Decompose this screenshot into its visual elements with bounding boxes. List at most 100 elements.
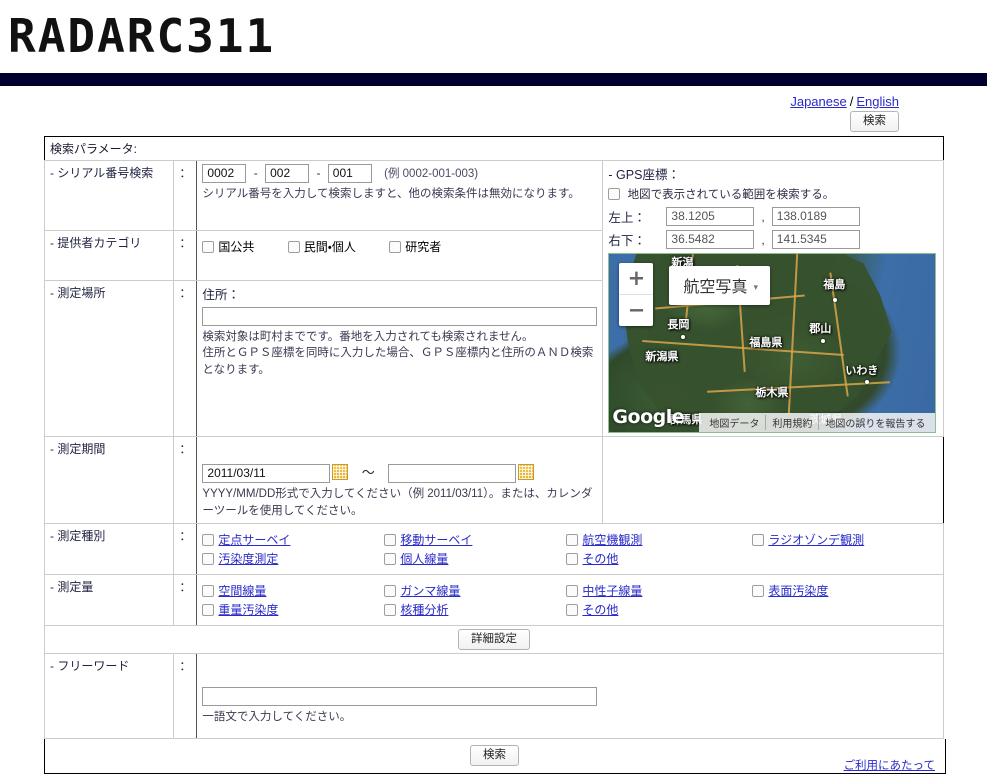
date-from-input[interactable] — [202, 464, 331, 484]
provider-checkbox-0[interactable] — [202, 241, 215, 254]
gps-bottomright-lat-input[interactable] — [666, 230, 755, 250]
row-freeword: - フリーワード ： 一語文で入力してください。 — [43, 652, 944, 739]
meas-qty-link-1[interactable]: ガンマ線量 — [400, 584, 460, 598]
meas-type-checkbox-1[interactable] — [384, 533, 397, 546]
meas-type-checkbox-0[interactable] — [202, 533, 215, 546]
meas-type-checkbox-3[interactable] — [752, 533, 765, 546]
meas-type-option-1[interactable]: 移動サーベイ — [384, 530, 566, 549]
meas-type-checkbox-2[interactable] — [566, 533, 579, 546]
meas-type-option-5[interactable]: 個人線量 — [384, 549, 566, 568]
google-map[interactable]: 新潟 福島 長岡 郡山 福島県 新潟県 いわき 栃木県 群馬県 茨城県 + − … — [608, 253, 937, 434]
meas-qty-checkbox-0[interactable] — [202, 584, 215, 597]
meas-type-link-1[interactable]: 移動サーベイ — [400, 533, 472, 547]
meas-qty-link-6[interactable]: その他 — [582, 603, 618, 617]
serial-part1-input[interactable] — [202, 164, 247, 184]
gps-topleft-lat-input[interactable] — [666, 207, 755, 227]
meas-type-link-5[interactable]: 個人線量 — [400, 552, 448, 566]
meas-type-link-3[interactable]: ラジオゾンデ観測 — [768, 533, 864, 547]
provider-option-label-2: 研究者 — [405, 240, 442, 255]
meas-type-link-4[interactable]: 汚染度測定 — [218, 552, 278, 566]
meas-qty-option-5[interactable]: 核種分析 — [384, 600, 566, 619]
detail-settings-button[interactable]: 詳細設定 — [458, 628, 530, 650]
date-to-input[interactable] — [388, 464, 517, 484]
map-attrib-0[interactable]: 地図データ — [703, 415, 765, 430]
lang-japanese-link[interactable]: Japanese — [790, 94, 846, 109]
serial-field-cell: - - (例 0002-001-003) シリアル番号を入力して検索しますと、他… — [196, 160, 604, 232]
meas-type-link-0[interactable]: 定点サーベイ — [218, 533, 290, 547]
serial-part3-input[interactable] — [327, 164, 372, 184]
meas-qty-option-2[interactable]: 中性子線量 — [566, 581, 752, 600]
map-type-selector[interactable]: 航空写真 ▾ — [669, 266, 770, 306]
map-zoom-control[interactable]: + − — [619, 263, 654, 327]
meas-qty-option-1[interactable]: ガンマ線量 — [384, 581, 566, 600]
gps-bottomright-comma: , — [761, 232, 765, 247]
gps-bottomright-lng-input[interactable] — [771, 230, 860, 250]
meas-qty-checkbox-4[interactable] — [202, 603, 215, 616]
meas-type-colon: ： — [173, 522, 198, 575]
meas-qty-link-5[interactable]: 核種分析 — [400, 603, 448, 617]
meas-qty-spacer — [752, 600, 938, 619]
map-attrib-2[interactable]: 地図の誤りを報告する — [818, 415, 931, 431]
meas-qty-checkbox-1[interactable] — [384, 584, 397, 597]
meas-type-link-6[interactable]: その他 — [582, 552, 618, 566]
provider-option-0[interactable]: 国公共 — [202, 240, 257, 254]
panel-title: 検索パラメータ: — [44, 136, 944, 162]
meas-type-option-2[interactable]: 航空機観測 — [566, 530, 752, 549]
freeword-colon: ： — [173, 652, 198, 739]
meas-type-option-3[interactable]: ラジオゾンデ観測 — [752, 530, 938, 549]
meas-qty-checkbox-2[interactable] — [566, 584, 579, 597]
map-label-2: 長岡 — [667, 318, 690, 332]
meas-qty-checkbox-5[interactable] — [384, 603, 397, 616]
provider-checkbox-2[interactable] — [389, 241, 402, 254]
meas-qty-checkbox-3[interactable] — [752, 584, 765, 597]
meas-type-checkbox-6[interactable] — [566, 552, 579, 565]
meas-type-checkbox-5[interactable] — [384, 552, 397, 565]
language-switcher: Japanese / English — [0, 86, 987, 109]
location-colon: ： — [173, 279, 198, 438]
provider-checkbox-1[interactable] — [287, 241, 300, 254]
freeword-input-wrap — [202, 657, 938, 706]
meas-qty-option-4[interactable]: 重量汚染度 — [202, 600, 384, 619]
provider-option-2[interactable]: 研究者 — [389, 240, 441, 254]
gps-topleft-row: 左上： , — [608, 207, 938, 227]
serial-example: (例 0002-001-003) — [384, 168, 479, 181]
lang-english-link[interactable]: English — [856, 94, 899, 109]
search-button-bottom[interactable]: 検索 — [470, 744, 519, 766]
map-attrib-1[interactable]: 利用規約 — [765, 415, 818, 431]
meas-type-option-0[interactable]: 定点サーベイ — [202, 530, 384, 549]
serial-part2-input[interactable] — [265, 164, 310, 184]
meas-qty-checkbox-6[interactable] — [566, 603, 579, 616]
gps-map-range-checkbox[interactable] — [608, 188, 621, 201]
header-accent-bar — [0, 73, 987, 87]
meas-qty-link-0[interactable]: 空間線量 — [218, 584, 266, 598]
terms-of-use-link[interactable]: ご利用にあたって — [844, 757, 935, 773]
provider-option-1[interactable]: 民間・個人 — [287, 240, 359, 254]
meas-type-link-2[interactable]: 航空機観測 — [582, 533, 642, 547]
map-zoom-in-icon[interactable]: + — [619, 263, 654, 296]
address-label: 住所： — [202, 287, 240, 302]
meas-qty-option-6[interactable]: その他 — [566, 600, 752, 619]
period-label: - 測定期間 — [43, 436, 174, 524]
serial-colon: ： — [173, 160, 198, 232]
serial-label: - シリアル番号検索 — [43, 160, 174, 232]
meas-type-checkbox-4[interactable] — [202, 552, 215, 565]
map-zoom-out-icon[interactable]: − — [619, 295, 653, 326]
site-title: RADARC311 — [8, 9, 276, 63]
meas-qty-option-3[interactable]: 表面汚染度 — [752, 581, 938, 600]
meas-qty-grid-row-1: 空間線量 ガンマ線量 中性子線量 表面汚染度 — [202, 581, 938, 600]
meas-type-option-4[interactable]: 汚染度測定 — [202, 549, 384, 568]
calendar-icon-from[interactable] — [332, 464, 349, 481]
search-parameters-panel: 検索パラメータ: - シリアル番号検索 ： - - (例 0002-001-00… — [43, 136, 944, 739]
meas-qty-link-3[interactable]: 表面汚染度 — [768, 584, 828, 598]
search-button-top[interactable]: 検索 — [850, 111, 899, 133]
meas-type-option-6[interactable]: その他 — [566, 549, 752, 568]
gps-map-range-label: 地図で表示されている範囲を検索する。 — [627, 189, 835, 202]
freeword-input[interactable] — [202, 686, 598, 706]
calendar-icon-to[interactable] — [518, 464, 535, 481]
address-input[interactable] — [202, 306, 598, 326]
gps-topleft-lng-input[interactable] — [771, 207, 860, 227]
meas-qty-link-4[interactable]: 重量汚染度 — [218, 603, 278, 617]
row-meas-type: - 測定種別 ： 定点サーベイ 移動サーベイ 航空機観測 ラジオゾンデ観測 汚染… — [43, 522, 944, 575]
meas-qty-option-0[interactable]: 空間線量 — [202, 581, 384, 600]
meas-qty-link-2[interactable]: 中性子線量 — [582, 584, 642, 598]
